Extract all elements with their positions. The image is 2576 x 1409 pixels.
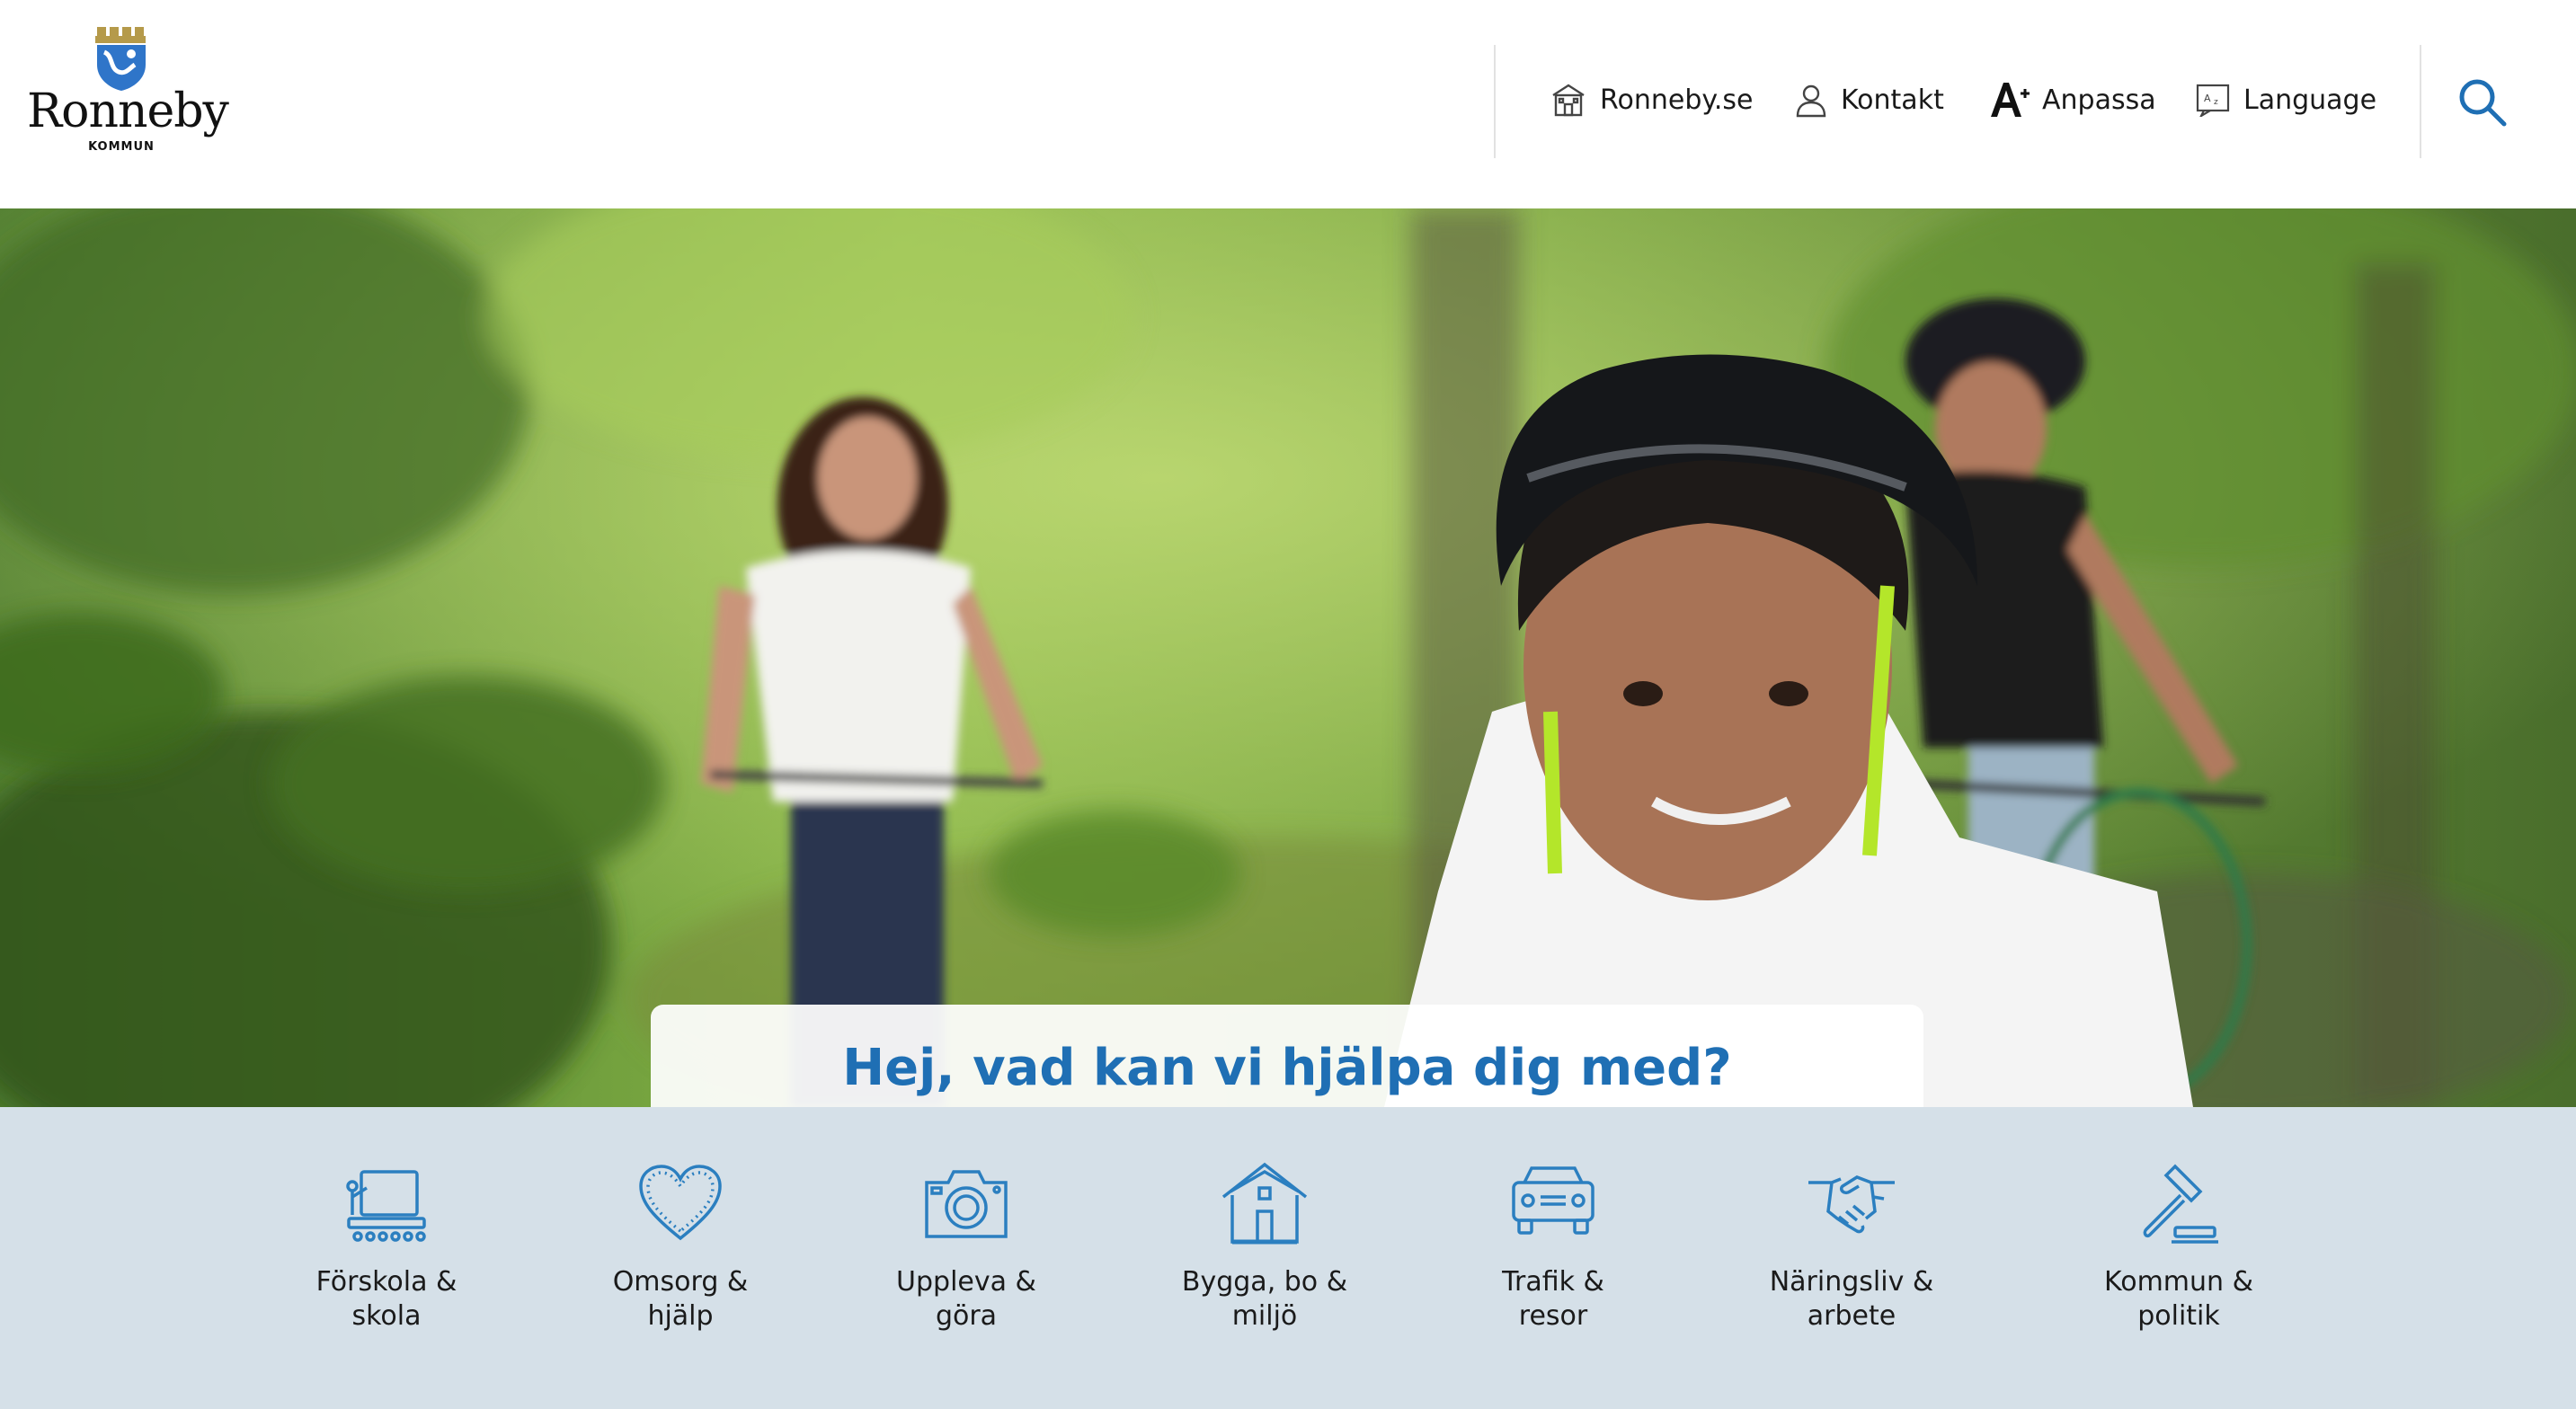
- category-label: Näringsliv & arbete: [1769, 1266, 1934, 1332]
- text-size-icon: [1988, 79, 2030, 120]
- hero-title: Hej, vad kan vi hjälpa dig med?: [842, 1039, 1732, 1097]
- logo-subtitle: KOMMUN: [88, 140, 155, 154]
- hero-photo: [0, 208, 2576, 1107]
- category-omsorg-hjalp[interactable]: Omsorg & hjälp: [546, 1159, 815, 1366]
- category-kommun-politik[interactable]: Kommun & politik: [2044, 1159, 2314, 1366]
- category-label: Förskola & skola: [315, 1266, 457, 1332]
- nav-ronneby-label: Ronneby.se: [1600, 84, 1754, 116]
- category-label: Kommun & politik: [2104, 1266, 2253, 1332]
- category-uppleva-gora[interactable]: Uppleva & göra: [831, 1159, 1101, 1366]
- header-divider: [1494, 45, 1496, 158]
- nav-kontakt-link[interactable]: Kontakt: [1794, 77, 1944, 122]
- heart-icon: [639, 1165, 722, 1241]
- nav-anpassa-link[interactable]: Anpassa: [1988, 77, 2156, 122]
- nav-language-label: Language: [2243, 84, 2377, 116]
- gavel-icon: [2143, 1164, 2218, 1244]
- coat-of-arms-icon: [95, 27, 146, 91]
- school-icon: [346, 1170, 426, 1242]
- search-card: Hej, vad kan vi hjälpa dig med?: [651, 1005, 1923, 1107]
- category-bar: Förskola & skola Omsorg & hjälp Uppleva …: [0, 1107, 2576, 1409]
- header-divider: [2420, 45, 2421, 158]
- category-trafik-resor[interactable]: Trafik & resor: [1418, 1159, 1688, 1366]
- nav-anpassa-label: Anpassa: [2042, 84, 2156, 116]
- hero-banner: Hej, vad kan vi hjälpa dig med?: [0, 208, 2576, 1107]
- camera-icon: [925, 1170, 1008, 1238]
- nav-ronneby-link[interactable]: Ronneby.se: [1550, 77, 1753, 122]
- svg-text:A: A: [2204, 93, 2211, 104]
- handshake-icon: [1808, 1175, 1895, 1234]
- header-search-button[interactable]: [2456, 75, 2509, 129]
- nav-language-link[interactable]: A z Language: [2195, 77, 2376, 122]
- category-label: Uppleva & göra: [896, 1266, 1036, 1332]
- car-icon: [1512, 1166, 1594, 1235]
- category-forskola-skola[interactable]: Förskola & skola: [252, 1159, 521, 1366]
- category-label: Omsorg & hjälp: [612, 1266, 749, 1332]
- house-icon: [1221, 1162, 1308, 1245]
- category-label: Bygga, bo & miljö: [1181, 1266, 1348, 1332]
- building-icon: [1550, 81, 1587, 119]
- logo-wordmark: Ronneby: [27, 84, 229, 138]
- svg-text:z: z: [2214, 98, 2218, 107]
- language-icon: A z: [2195, 83, 2231, 117]
- search-icon: [2459, 79, 2507, 127]
- category-label: Trafik & resor: [1502, 1266, 1604, 1332]
- category-bygga-bo-miljo[interactable]: Bygga, bo & miljö: [1130, 1159, 1399, 1366]
- category-naringsliv-arbete[interactable]: Näringsliv & arbete: [1717, 1159, 1986, 1366]
- site-header: Ronneby KOMMUN Ronneby.se Kontakt Anpass…: [0, 0, 2576, 208]
- person-icon: [1794, 82, 1828, 118]
- nav-kontakt-label: Kontakt: [1841, 84, 1944, 116]
- ronneby-logo[interactable]: Ronneby KOMMUN: [27, 25, 229, 160]
